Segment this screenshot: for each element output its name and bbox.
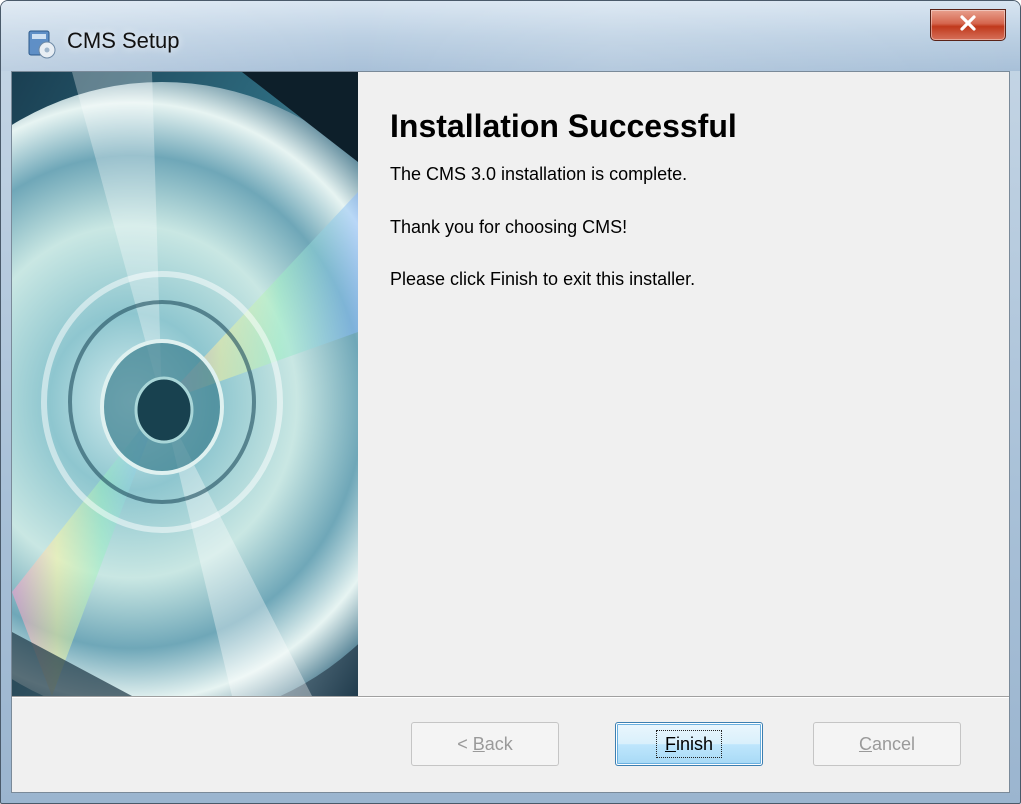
- back-prefix: <: [457, 733, 473, 754]
- wizard-client-area: Installation Successful The CMS 3.0 inst…: [11, 71, 1010, 793]
- page-heading: Installation Successful: [390, 108, 737, 144]
- thank-you-message: Thank you for choosing CMS!: [390, 217, 628, 237]
- finish-mnemonic: F: [664, 734, 676, 754]
- finish-button-label: Finish: [655, 730, 723, 758]
- cancel-rest: ancel: [871, 733, 916, 754]
- setup-window: CMS Setup Installation Successful The CM…: [0, 0, 1021, 804]
- finish-instruction: Please click Finish to exit this install…: [390, 269, 696, 289]
- back-button[interactable]: < Back: [411, 722, 559, 766]
- close-icon: [958, 14, 978, 37]
- finish-button[interactable]: Finish: [615, 722, 763, 766]
- wizard-content: Installation Successful The CMS 3.0 inst…: [358, 72, 1009, 696]
- back-mnemonic: B: [472, 733, 485, 754]
- cd-disc-image: [12, 72, 358, 696]
- finish-rest: inish: [675, 734, 714, 754]
- setup-installer-icon: [27, 27, 57, 59]
- cancel-button-label: Cancel: [859, 734, 915, 755]
- close-button[interactable]: [930, 9, 1006, 41]
- back-rest: ack: [484, 733, 513, 754]
- button-bar: < Back Finish Cancel: [12, 698, 1009, 792]
- back-button-label: < Back: [457, 734, 513, 755]
- cancel-button[interactable]: Cancel: [813, 722, 961, 766]
- window-title: CMS Setup: [67, 28, 180, 53]
- cancel-mnemonic: C: [858, 733, 872, 754]
- title-bar[interactable]: CMS Setup: [1, 1, 1020, 71]
- completion-message: The CMS 3.0 installation is complete.: [390, 164, 688, 184]
